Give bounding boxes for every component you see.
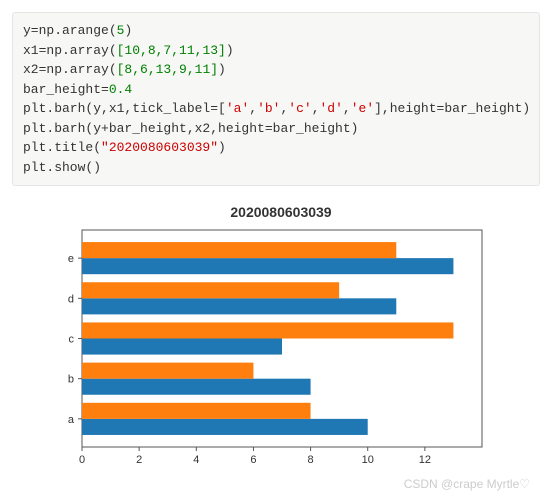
- x-tick-label: 10: [362, 454, 374, 466]
- watermark: CSDN @crape Myrtle♡: [12, 477, 540, 491]
- bar: [82, 322, 453, 338]
- x-tick-label: 12: [419, 454, 431, 466]
- bar: [82, 242, 396, 258]
- y-tick-label: c: [69, 334, 75, 346]
- bar: [82, 419, 368, 435]
- code-block: y=np.arange(5) x1=np.array([10,8,7,11,13…: [12, 12, 540, 186]
- y-tick-label: a: [68, 414, 75, 426]
- bar: [82, 403, 311, 419]
- bar: [82, 363, 253, 379]
- bar: [82, 339, 282, 355]
- bar: [82, 379, 311, 395]
- chart-container: 2020080603039 0 2 4 6 8 10 12 a b c d e: [12, 204, 540, 473]
- x-tick-label: 6: [250, 454, 256, 466]
- x-tick-label: 4: [193, 454, 199, 466]
- bar: [82, 258, 453, 274]
- x-tick-label: 0: [79, 454, 85, 466]
- x-tick-label: 2: [136, 454, 142, 466]
- x-tick-label: 8: [308, 454, 314, 466]
- bar: [82, 298, 396, 314]
- y-tick-label: d: [68, 293, 74, 305]
- chart-title: 2020080603039: [52, 204, 510, 220]
- y-tick-label: b: [68, 374, 74, 386]
- code-line: y=np.arange(: [23, 23, 117, 38]
- barh-chart: 0 2 4 6 8 10 12 a b c d e: [52, 224, 492, 469]
- bar: [82, 282, 339, 298]
- y-tick-label: e: [68, 253, 74, 265]
